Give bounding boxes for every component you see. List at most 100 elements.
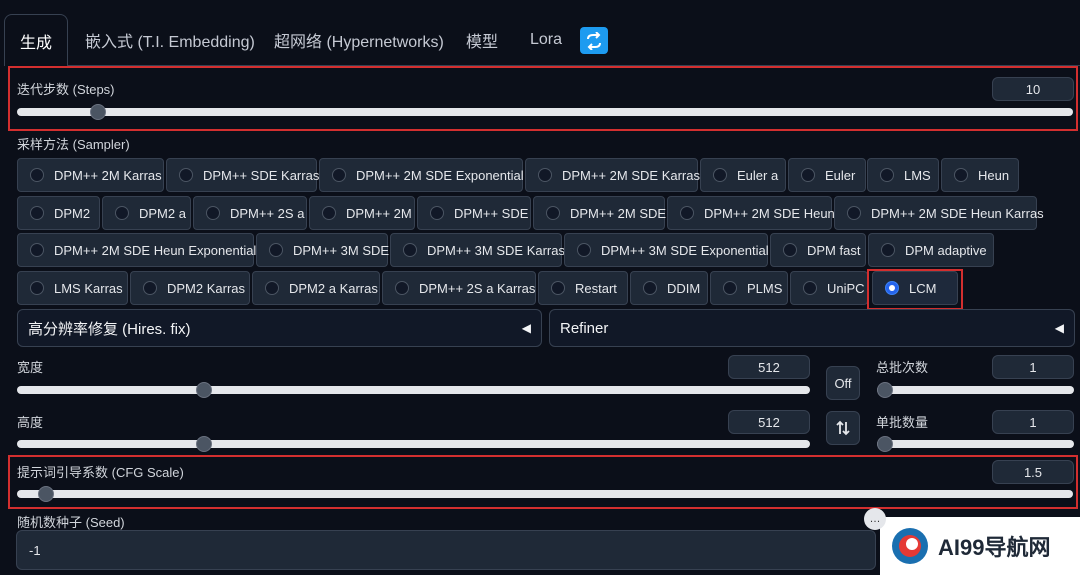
- batch-size-slider-thumb[interactable]: [877, 436, 893, 452]
- radio-icon[interactable]: [783, 243, 797, 257]
- sampler-option[interactable]: Heun: [941, 158, 1019, 192]
- sampler-option[interactable]: DPM adaptive: [868, 233, 994, 267]
- sampler-option-label: DPM++ 2M SDE Heun Exponential: [54, 242, 257, 258]
- radio-icon[interactable]: [847, 206, 861, 220]
- radio-icon[interactable]: [30, 281, 44, 295]
- width-input[interactable]: 512: [728, 355, 810, 379]
- radio-icon[interactable]: [713, 168, 727, 182]
- sampler-option[interactable]: Euler: [788, 158, 866, 192]
- radio-icon[interactable]: [430, 206, 444, 220]
- radio-icon[interactable]: [115, 206, 129, 220]
- height-input[interactable]: 512: [728, 410, 810, 434]
- width-slider[interactable]: [17, 382, 810, 398]
- sampler-option[interactable]: DPM++ 2M SDE Exponential: [319, 158, 524, 192]
- tab-models[interactable]: 模型: [466, 14, 498, 66]
- sampler-option[interactable]: DPM++ SDE: [417, 196, 531, 230]
- radio-icon[interactable]: [30, 206, 44, 220]
- swap-dimensions-button[interactable]: [826, 411, 860, 445]
- sampler-option[interactable]: DPM++ 3M SDE Karras: [390, 233, 565, 267]
- tab-label: 嵌入式 (T.I. Embedding): [85, 34, 255, 51]
- radio-icon[interactable]: [577, 243, 591, 257]
- batch-count-input[interactable]: 1: [992, 355, 1074, 379]
- cfg-slider-thumb[interactable]: [37, 486, 54, 502]
- sampler-option[interactable]: DPM2 a: [102, 196, 191, 230]
- cfg-input[interactable]: 1.5: [992, 460, 1074, 484]
- sampler-option[interactable]: Restart: [538, 271, 628, 305]
- sampler-option-label: DPM2 Karras: [167, 280, 246, 296]
- radio-icon[interactable]: [538, 168, 552, 182]
- radio-icon[interactable]: [30, 243, 44, 257]
- sampler-option[interactable]: DPM++ 2S a Karras: [382, 271, 536, 305]
- refiner-accordion[interactable]: Refiner ◀: [549, 309, 1075, 347]
- sampler-option[interactable]: PLMS: [710, 271, 788, 305]
- refiner-label: Refiner: [560, 319, 609, 337]
- radio-icon[interactable]: [546, 206, 560, 220]
- seed-input[interactable]: -1: [16, 530, 876, 570]
- sampler-option[interactable]: DPM++ 3M SDE: [256, 233, 389, 267]
- sampler-option[interactable]: DPM++ 2M SDE: [533, 196, 666, 230]
- cfg-slider[interactable]: [17, 486, 1073, 502]
- sampler-option[interactable]: Euler a: [700, 158, 786, 192]
- steps-slider-thumb[interactable]: [89, 104, 106, 120]
- radio-icon[interactable]: [395, 281, 409, 295]
- radio-icon[interactable]: [801, 168, 815, 182]
- tab-generate[interactable]: 生成: [4, 14, 68, 66]
- radio-icon[interactable]: [803, 281, 817, 295]
- steps-label: 迭代步数 (Steps): [17, 82, 115, 97]
- batch-size-slider[interactable]: [877, 436, 1074, 452]
- batch-count-slider[interactable]: [877, 382, 1074, 398]
- radio-icon[interactable]: [265, 281, 279, 295]
- radio-icon[interactable]: [881, 243, 895, 257]
- tab-hypernetworks[interactable]: 超网络 (Hypernetworks): [274, 14, 444, 66]
- radio-icon[interactable]: [179, 168, 193, 182]
- radio-icon[interactable]: [680, 206, 694, 220]
- radio-icon[interactable]: [143, 281, 157, 295]
- sampler-option[interactable]: DPM++ 2M SDE Heun: [667, 196, 835, 230]
- sampler-option[interactable]: DPM++ 2M SDE Heun Karras: [834, 196, 1044, 230]
- off-button[interactable]: Off: [826, 366, 860, 400]
- chat-icon[interactable]: …: [864, 508, 886, 530]
- tab-lora[interactable]: Lora: [530, 14, 562, 66]
- steps-slider[interactable]: [17, 104, 1073, 120]
- sampler-option[interactable]: DPM++ 2M SDE Heun Exponential: [17, 233, 257, 267]
- radio-icon[interactable]: [403, 243, 417, 257]
- sampler-option-label: Euler a: [737, 167, 779, 183]
- batch-count-slider-thumb[interactable]: [877, 382, 893, 398]
- radio-icon[interactable]: [880, 168, 894, 182]
- radio-icon[interactable]: [332, 168, 346, 182]
- height-slider-thumb[interactable]: [195, 436, 212, 452]
- triangle-left-icon: ◀: [521, 321, 531, 335]
- sampler-option[interactable]: DPM2 Karras: [130, 271, 250, 305]
- sampler-option[interactable]: DPM++ 2M Karras: [17, 158, 164, 192]
- radio-icon[interactable]: [551, 281, 565, 295]
- radio-icon[interactable]: [723, 281, 737, 295]
- sampler-option[interactable]: DDIM: [630, 271, 708, 305]
- sampler-option[interactable]: DPM++ 2M: [309, 196, 415, 230]
- radio-icon[interactable]: [322, 206, 336, 220]
- sampler-option[interactable]: LMS Karras: [17, 271, 128, 305]
- radio-icon[interactable]: [269, 243, 283, 257]
- sampler-option[interactable]: DPM2 a Karras: [252, 271, 380, 305]
- radio-icon[interactable]: [954, 168, 968, 182]
- hires-fix-accordion[interactable]: 高分辨率修复 (Hires. fix) ◀: [17, 309, 542, 347]
- refresh-button[interactable]: [580, 27, 608, 54]
- tab-embedding[interactable]: 嵌入式 (T.I. Embedding): [85, 14, 255, 66]
- sampler-option[interactable]: DPM++ 3M SDE Exponential: [564, 233, 769, 267]
- batch-size-input[interactable]: 1: [992, 410, 1074, 434]
- steps-input[interactable]: 10: [992, 77, 1074, 101]
- sampler-option[interactable]: DPM++ SDE Karras: [166, 158, 319, 192]
- radio-icon[interactable]: [206, 206, 220, 220]
- sampler-option[interactable]: DPM++ 2S a: [193, 196, 307, 230]
- radio-icon[interactable]: [643, 281, 657, 295]
- swap-icon: [836, 420, 850, 436]
- sampler-option[interactable]: UniPC: [790, 271, 868, 305]
- sampler-option[interactable]: DPM2: [17, 196, 100, 230]
- sampler-option-label: LMS: [904, 167, 931, 183]
- sampler-option[interactable]: LMS: [867, 158, 939, 192]
- width-slider-thumb[interactable]: [195, 382, 212, 398]
- height-slider[interactable]: [17, 436, 810, 452]
- sampler-option[interactable]: DPM fast: [770, 233, 866, 267]
- sampler-option[interactable]: DPM++ 2M SDE Karras: [525, 158, 700, 192]
- radio-icon[interactable]: [30, 168, 44, 182]
- cfg-label: 提示词引导系数 (CFG Scale): [17, 465, 184, 480]
